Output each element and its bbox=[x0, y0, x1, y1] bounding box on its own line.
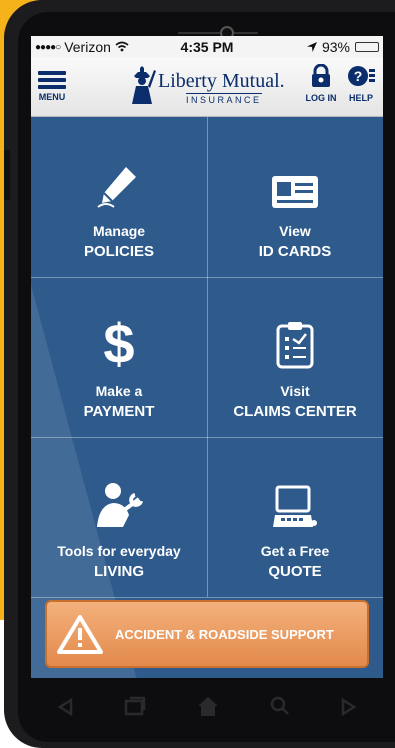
menu-grid: Manage POLICIES View ID CARDS $ Make a P… bbox=[31, 117, 383, 598]
brand-name: Liberty Mutual. bbox=[158, 70, 285, 92]
forward-icon[interactable] bbox=[341, 696, 357, 722]
help-label: HELP bbox=[348, 93, 373, 103]
liberty-mutual-logo: Liberty Mutual. INSURANCE bbox=[126, 66, 296, 106]
tile-line2: POLICIES bbox=[83, 243, 154, 260]
tile-make-payment[interactable]: $ Make a PAYMENT bbox=[31, 277, 207, 437]
tile-claims-center[interactable]: Visit CLAIMS CENTER bbox=[207, 277, 383, 437]
computer-icon bbox=[273, 467, 317, 529]
tile-manage-policies[interactable]: Manage POLICIES bbox=[31, 117, 207, 277]
svg-text:?: ? bbox=[354, 68, 363, 84]
earpiece bbox=[178, 32, 258, 34]
warning-icon bbox=[57, 614, 103, 654]
tile-line1: Make a bbox=[95, 383, 143, 399]
login-label: LOG IN bbox=[305, 93, 337, 103]
help-icon: ? bbox=[347, 66, 375, 92]
tile-line1: View bbox=[279, 223, 311, 239]
hamburger-icon bbox=[35, 71, 69, 89]
statue-of-liberty-icon bbox=[126, 66, 158, 109]
app-screen: ●●●●○ Verizon 4:35 PM 93% MENU Liberty M… bbox=[31, 36, 383, 678]
pen-icon bbox=[96, 147, 142, 209]
menu-label: MENU bbox=[38, 92, 66, 102]
tile-line1: Visit bbox=[280, 383, 310, 399]
id-card-icon bbox=[271, 147, 319, 209]
tile-line1: Get a Free bbox=[260, 543, 330, 559]
tile-view-id-cards[interactable]: View ID CARDS bbox=[207, 117, 383, 277]
brand-subtitle: INSURANCE bbox=[186, 93, 262, 105]
login-button[interactable]: LOG IN bbox=[303, 63, 339, 103]
accident-label: ACCIDENT & ROADSIDE SUPPORT bbox=[115, 626, 334, 642]
mechanic-icon bbox=[93, 467, 145, 529]
accident-roadside-button[interactable]: ACCIDENT & ROADSIDE SUPPORT bbox=[45, 600, 369, 668]
tile-line1: Tools for everyday bbox=[57, 543, 181, 559]
recent-apps-icon[interactable] bbox=[124, 696, 146, 722]
help-button[interactable]: ? HELP bbox=[341, 64, 381, 103]
back-icon[interactable] bbox=[57, 696, 73, 722]
tile-line2: QUOTE bbox=[268, 563, 322, 580]
status-bar: ●●●●○ Verizon 4:35 PM 93% bbox=[31, 36, 383, 58]
menu-button[interactable]: MENU bbox=[35, 68, 69, 102]
grid-divider bbox=[31, 437, 383, 438]
search-icon[interactable] bbox=[270, 696, 290, 722]
tile-line2: CLAIMS CENTER bbox=[233, 403, 357, 420]
app-header: MENU Liberty Mutual. INSURANCE LOG IN ? … bbox=[31, 58, 383, 117]
lock-icon bbox=[310, 63, 332, 92]
grid-divider bbox=[207, 117, 208, 597]
grid-divider bbox=[31, 597, 383, 598]
tile-line2: LIVING bbox=[93, 563, 144, 580]
battery-percent: 93% bbox=[321, 39, 350, 55]
dollar-icon: $ bbox=[99, 307, 139, 369]
tile-line2: PAYMENT bbox=[83, 403, 155, 420]
tile-line1: Manage bbox=[92, 223, 146, 239]
svg-text:$: $ bbox=[103, 313, 134, 369]
phone-nav-bar bbox=[31, 690, 383, 728]
grid-divider bbox=[31, 277, 383, 278]
side-button bbox=[4, 150, 10, 200]
location-icon bbox=[306, 39, 317, 55]
tile-get-quote[interactable]: Get a Free QUOTE bbox=[207, 437, 383, 597]
home-icon[interactable] bbox=[197, 695, 219, 723]
tile-everyday-living[interactable]: Tools for everyday LIVING bbox=[31, 437, 207, 597]
battery-icon bbox=[355, 42, 379, 52]
tile-line2: ID CARDS bbox=[258, 243, 332, 260]
clipboard-icon bbox=[275, 307, 315, 369]
